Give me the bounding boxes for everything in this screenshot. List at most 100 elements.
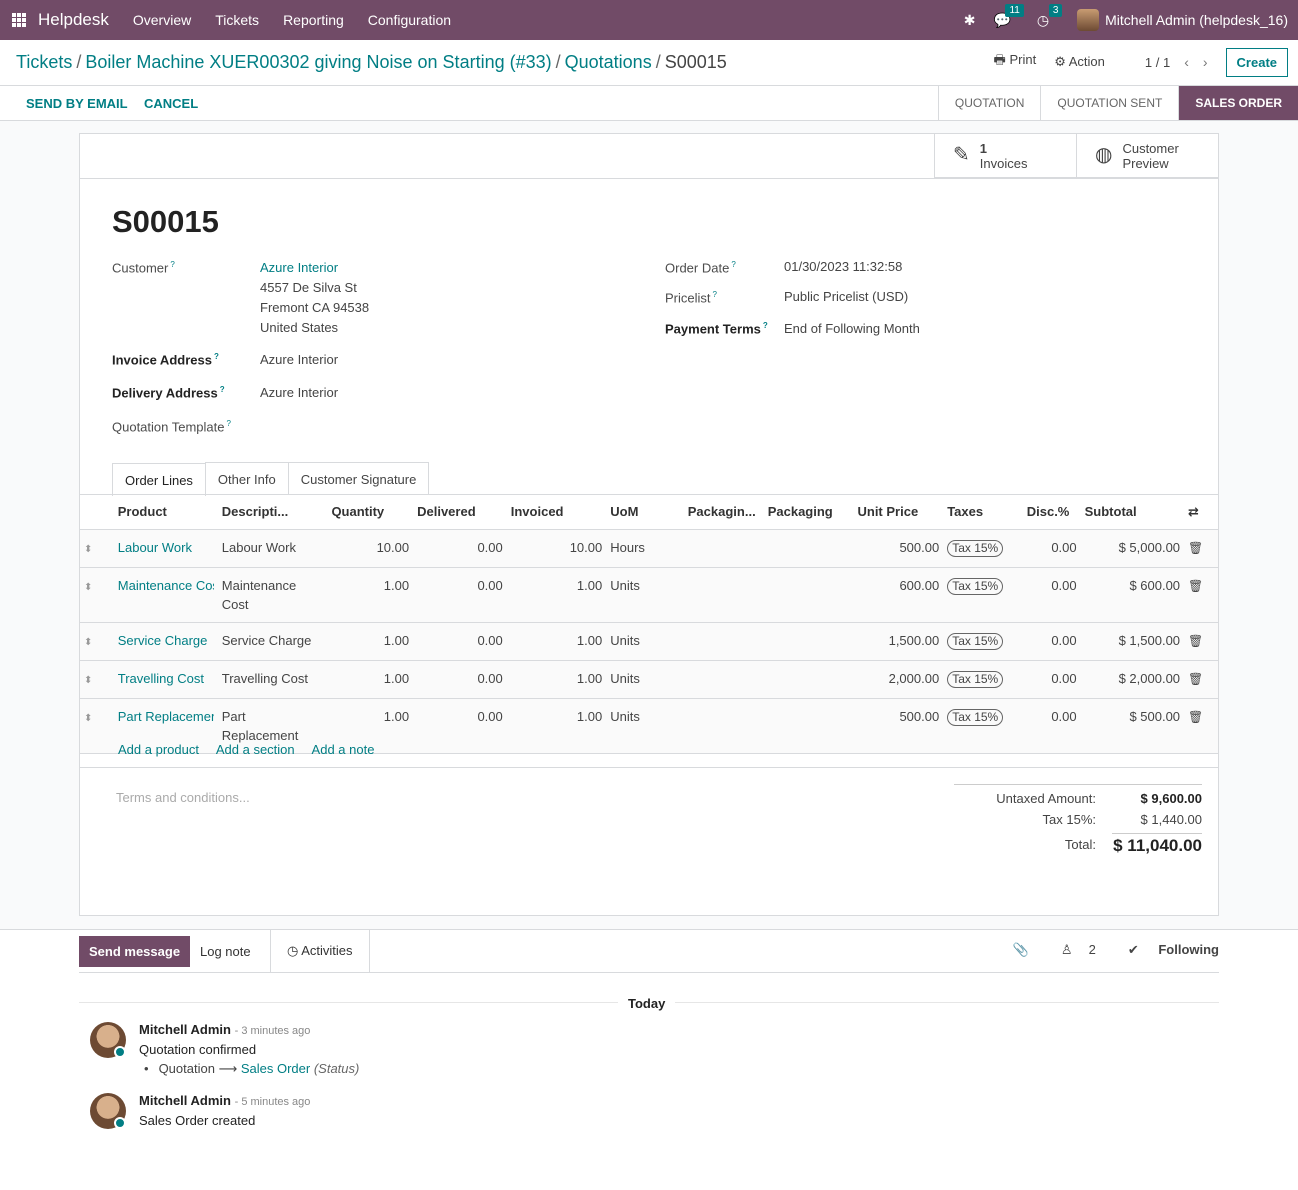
col-subtotal[interactable]: Subtotal	[1080, 495, 1185, 530]
trash-icon[interactable]: 🗑	[1188, 579, 1203, 593]
line-product[interactable]: Travelling Cost	[118, 669, 214, 688]
col-packaging-qty[interactable]: Packagin...	[683, 495, 764, 530]
menu-tickets[interactable]: Tickets	[215, 12, 259, 28]
line-quantity[interactable]: 1.00	[384, 633, 409, 648]
invoice-address-field[interactable]: Azure Interior	[260, 350, 338, 370]
drag-handle-icon[interactable]: ⬍	[84, 637, 92, 648]
activities-clock-icon[interactable]: ◷ 3	[1037, 3, 1063, 29]
line-discount[interactable]: 0.00	[1051, 671, 1076, 686]
col-taxes[interactable]: Taxes	[943, 495, 1023, 530]
drag-handle-icon[interactable]: ⬍	[84, 675, 92, 686]
menu-configuration[interactable]: Configuration	[368, 12, 451, 28]
line-quantity[interactable]: 1.00	[384, 709, 409, 724]
delivery-address-field[interactable]: Azure Interior	[260, 383, 338, 403]
action-button[interactable]: ⚙ Action	[1054, 54, 1105, 70]
add-section-link[interactable]: Add a section	[216, 742, 295, 757]
tab-customer-signature[interactable]: Customer Signature	[287, 462, 430, 495]
line-quantity[interactable]: 1.00	[384, 578, 409, 593]
table-row[interactable]: ⬍ Labour Work Labour Work 10.00 0.00 10.00 Hou…	[80, 529, 1218, 568]
tab-order-lines[interactable]: Order Lines	[112, 463, 206, 496]
line-tax-badge[interactable]: Tax 15%	[947, 632, 1004, 650]
line-delivered[interactable]: 0.00	[477, 540, 502, 555]
line-unit-price[interactable]: 500.00	[899, 540, 939, 555]
invoices-smart-button[interactable]: ✎ 1 Invoices	[934, 134, 1076, 178]
col-packaging[interactable]: Packaging	[763, 495, 854, 530]
line-delivered[interactable]: 0.00	[477, 633, 502, 648]
tab-other-info[interactable]: Other Info	[204, 462, 289, 495]
line-product[interactable]: Labour Work	[118, 538, 214, 557]
line-quantity[interactable]: 1.00	[384, 671, 409, 686]
pager-next-icon[interactable]: ›	[1203, 54, 1208, 70]
attachment-paperclip-icon[interactable]: 📎	[1013, 942, 1029, 958]
customer-link[interactable]: Azure Interior	[260, 260, 338, 275]
line-unit-price[interactable]: 2,000.00	[889, 671, 940, 686]
line-description[interactable]: Labour Work	[222, 540, 296, 555]
pager-previous-icon[interactable]: ‹	[1184, 54, 1189, 70]
add-product-link[interactable]: Add a product	[118, 742, 199, 757]
col-description[interactable]: Descripti...	[217, 495, 328, 530]
user-avatar[interactable]	[1077, 9, 1100, 31]
log-note-button[interactable]: Log note	[200, 944, 251, 959]
stage-sales-order[interactable]: SALES ORDER	[1178, 86, 1298, 120]
send-message-button[interactable]: Send message	[79, 936, 191, 967]
breadcrumb-ticket[interactable]: Boiler Machine XUER00302 giving Noise on…	[85, 52, 551, 72]
message-author[interactable]: Mitchell Admin	[139, 1022, 231, 1037]
message-author[interactable]: Mitchell Admin	[139, 1093, 231, 1108]
line-delivered[interactable]: 0.00	[477, 671, 502, 686]
line-unit-price[interactable]: 500.00	[899, 709, 939, 724]
col-quantity[interactable]: Quantity	[327, 495, 414, 530]
terms-input[interactable]: Terms and conditions...	[116, 790, 250, 805]
line-uom[interactable]: Units	[610, 709, 640, 724]
menu-reporting[interactable]: Reporting	[283, 12, 344, 28]
col-product[interactable]: Product	[113, 495, 218, 530]
messages-icon[interactable]: 💬 11	[993, 3, 1024, 29]
line-discount[interactable]: 0.00	[1051, 633, 1076, 648]
trash-icon[interactable]: 🗑	[1188, 634, 1203, 648]
debug-bug-icon[interactable]: ✱	[964, 12, 976, 29]
line-product[interactable]: Maintenance Cost	[118, 576, 214, 595]
drag-handle-icon[interactable]: ⬍	[84, 544, 92, 555]
breadcrumb-quotations[interactable]: Quotations	[565, 52, 652, 72]
line-description[interactable]: Maintenance Cost	[222, 578, 296, 612]
trash-icon[interactable]: 🗑	[1188, 541, 1203, 555]
line-description[interactable]: Part Replacement	[222, 709, 299, 743]
line-discount[interactable]: 0.00	[1051, 578, 1076, 593]
line-tax-badge[interactable]: Tax 15%	[947, 708, 1004, 726]
trash-icon[interactable]: 🗑	[1188, 672, 1203, 686]
trash-icon[interactable]: 🗑	[1188, 710, 1203, 724]
line-description[interactable]: Travelling Cost	[222, 671, 308, 686]
line-discount[interactable]: 0.00	[1051, 540, 1076, 555]
line-unit-price[interactable]: 600.00	[899, 578, 939, 593]
col-invoiced[interactable]: Invoiced	[506, 495, 607, 530]
send-by-email-button[interactable]: SEND BY EMAIL	[26, 96, 128, 111]
pager-value[interactable]: 1 / 1	[1145, 55, 1170, 70]
app-brand[interactable]: Helpdesk	[38, 10, 109, 30]
drag-handle-icon[interactable]: ⬍	[84, 582, 92, 593]
line-discount[interactable]: 0.00	[1051, 709, 1076, 724]
payment-terms-field[interactable]: End of Following Month	[784, 319, 920, 339]
line-uom[interactable]: Units	[610, 671, 640, 686]
add-note-link[interactable]: Add a note	[312, 742, 375, 757]
followers-button[interactable]: ♙ 2	[1045, 942, 1096, 958]
line-tax-badge[interactable]: Tax 15%	[947, 577, 1004, 595]
line-uom[interactable]: Units	[610, 578, 640, 593]
order-date-field[interactable]: 01/30/2023 11:32:58	[784, 257, 902, 277]
following-button[interactable]: ✔ Following	[1112, 942, 1219, 958]
col-unit-price[interactable]: Unit Price	[853, 495, 944, 530]
activities-button[interactable]: ◷ Activities	[270, 930, 370, 972]
col-uom[interactable]: UoM	[606, 495, 684, 530]
breadcrumb-tickets[interactable]: Tickets	[16, 52, 72, 72]
table-row[interactable]: ⬍ Service Charge Service Charge 1.00 0.00 1.0…	[80, 622, 1218, 661]
menu-overview[interactable]: Overview	[133, 12, 191, 28]
col-delivered[interactable]: Delivered	[413, 495, 507, 530]
optional-columns-icon[interactable]: ⇄	[1184, 495, 1218, 530]
table-row[interactable]: ⬍ Maintenance Cost Maintenance Cost 1.00 0.0…	[80, 567, 1218, 623]
apps-menu-icon[interactable]	[12, 13, 26, 27]
table-row[interactable]: ⬍ Travelling Cost Travelling Cost 1.00 0.00 1…	[80, 660, 1218, 699]
stage-quotation-sent[interactable]: QUOTATION SENT	[1040, 86, 1178, 120]
line-product[interactable]: Part Replacement	[118, 707, 214, 726]
user-menu[interactable]: Mitchell Admin (helpdesk_16)	[1105, 12, 1288, 28]
line-tax-badge[interactable]: Tax 15%	[947, 539, 1004, 557]
line-tax-badge[interactable]: Tax 15%	[947, 670, 1004, 688]
stage-quotation[interactable]: QUOTATION	[937, 86, 1041, 120]
